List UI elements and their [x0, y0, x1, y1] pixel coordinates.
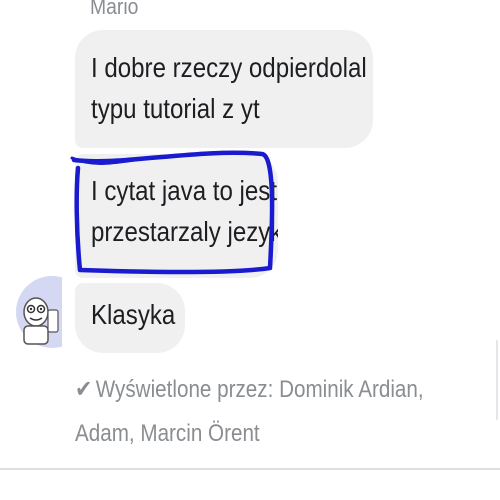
message-text: I dobre rzeczy odpierdolal typu tutorial…: [91, 52, 367, 124]
avatar[interactable]: [8, 270, 62, 354]
seen-by-line-1: Wyświetlone przez: Dominik Ardian,: [95, 376, 424, 403]
message-bubble[interactable]: I dobre rzeczy odpierdolal typu tutorial…: [75, 30, 373, 148]
scrollbar-track[interactable]: [496, 340, 498, 420]
divider: [0, 468, 500, 470]
chat-thread: Mario I dobre rzeczy odpierdolal typu tu…: [0, 0, 500, 500]
message-bubble[interactable]: Klasyka: [75, 283, 185, 353]
message-text: I cytat java to jest przestarzaly jezyk: [91, 175, 278, 247]
seen-by-receipt: ✔ Wyświetlone przez: Dominik Ardian, Adam…: [75, 368, 475, 456]
message-bubble-highlighted[interactable]: I cytat java to jest przestarzaly jezyk: [75, 154, 278, 278]
check-icon: ✔: [75, 376, 93, 403]
sender-name: Mario: [90, 0, 139, 19]
message-text: Klasyka: [91, 299, 176, 330]
seen-by-line-2: Adam, Marcin Örent: [75, 420, 260, 447]
